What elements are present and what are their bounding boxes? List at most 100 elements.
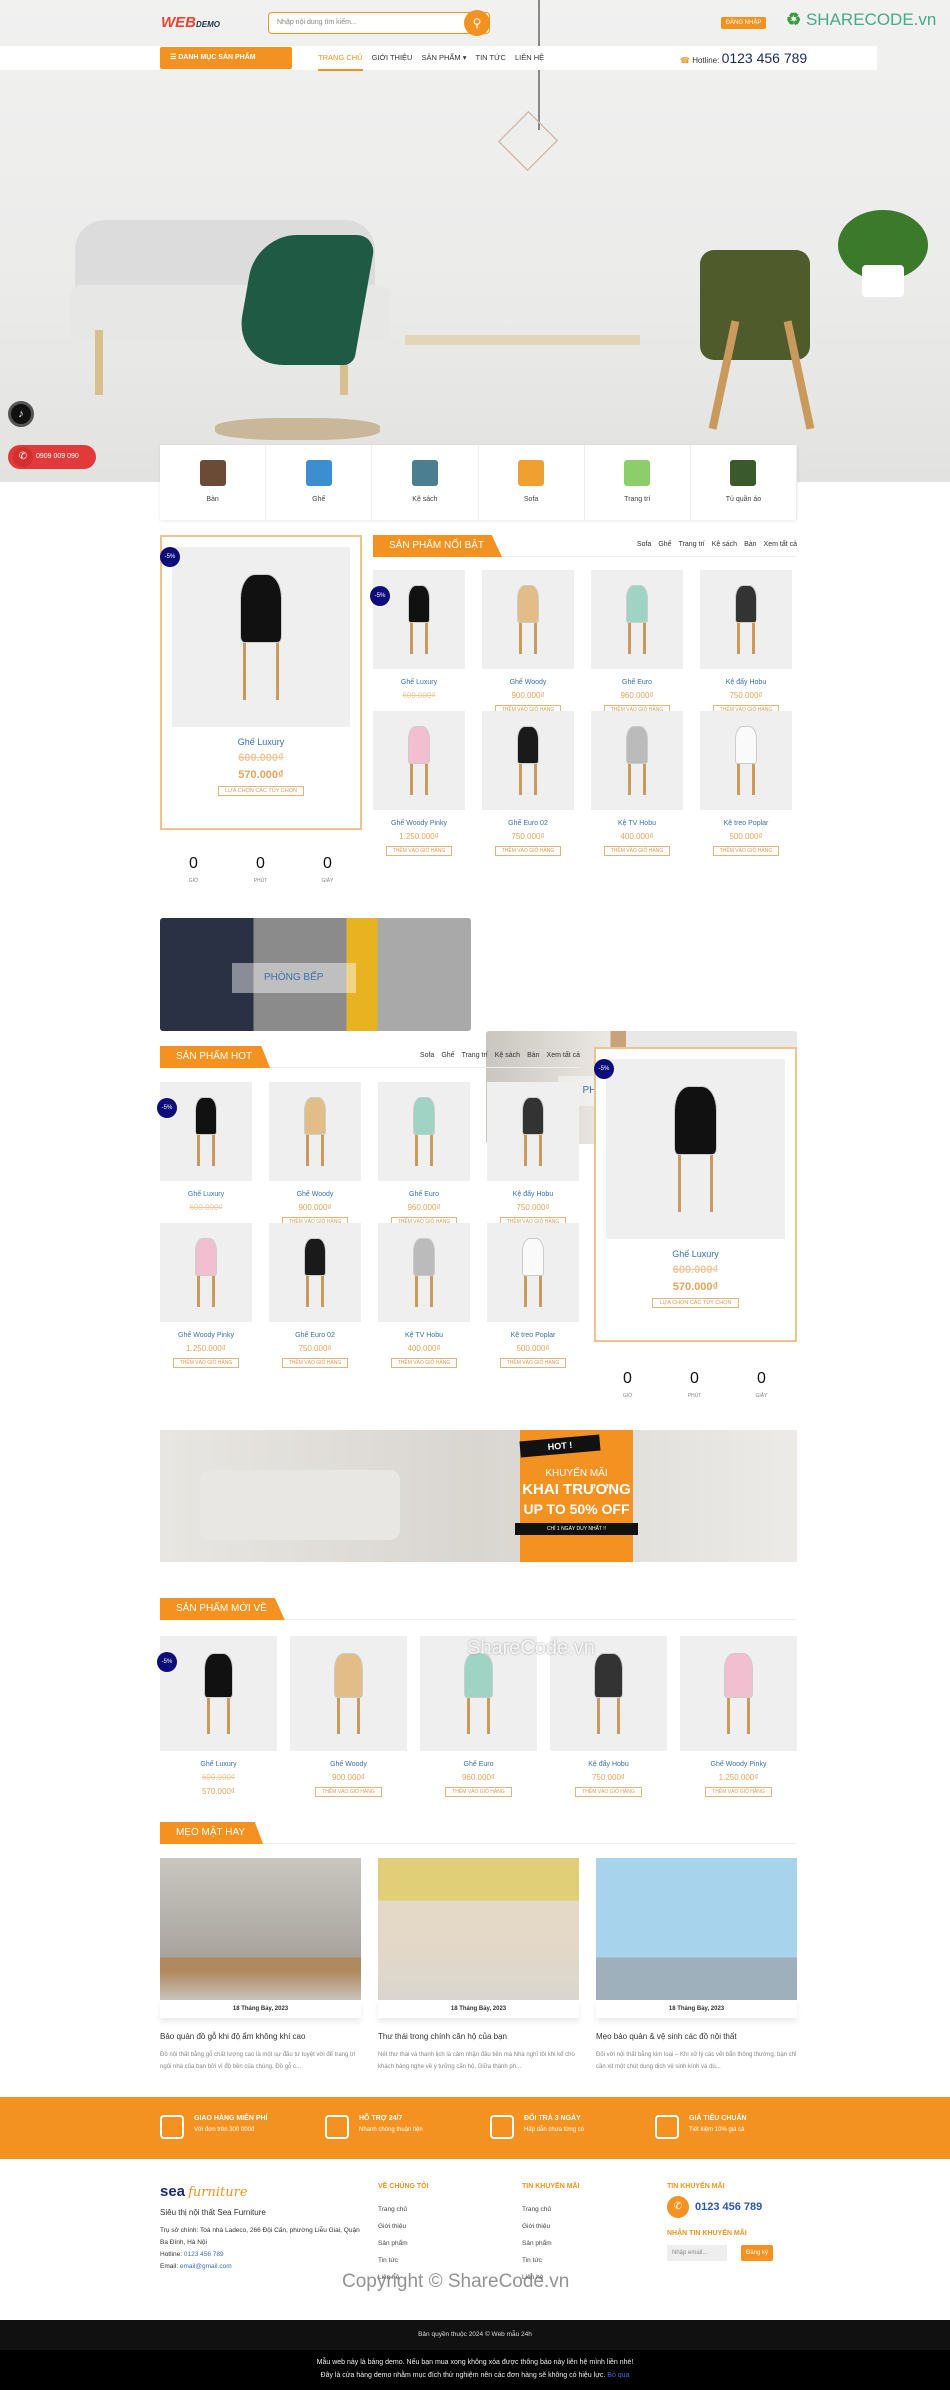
footer-link[interactable]: Giới thiệu xyxy=(378,2223,429,2230)
filter-link[interactable]: Xem tất cả xyxy=(547,1052,580,1059)
product-card[interactable]: Ghế Woody Pinky 1.250.000₫ THÊM VÀO GIỎ HÀ… xyxy=(680,1636,797,1797)
product-name[interactable]: Kệ TV Hobu xyxy=(378,1332,470,1339)
add-to-cart-button[interactable]: THÊM VÀO GIỎ HÀNG xyxy=(281,1358,349,1368)
filter-link[interactable]: Kệ sách xyxy=(712,541,737,548)
product-card[interactable]: -5% Ghế Luxury 600.000₫ xyxy=(370,570,465,700)
product-card[interactable]: Kệ treo Poplar 500.000₫ THÊM VÀO GIỎ HÀNG xyxy=(487,1223,579,1368)
product-image-box[interactable] xyxy=(700,570,792,669)
filter-link[interactable]: Trang trí xyxy=(679,541,705,548)
product-name[interactable]: Ghế Euro xyxy=(591,679,683,686)
product-card[interactable]: Kệ treo Poplar 500.000₫ THÊM VÀO GIỎ HÀNG xyxy=(700,711,792,856)
add-to-cart-button[interactable]: THÊM VÀO GIỎ HÀNG xyxy=(385,846,453,856)
product-name[interactable]: Ghế Euro 02 xyxy=(269,1332,361,1339)
blog-post[interactable]: 18 Tháng Bảy, 2023 Mẹo bảo quản & vệ sinh… xyxy=(596,1858,797,2073)
category-item[interactable]: Kệ sách xyxy=(372,445,479,520)
search-button[interactable]: ⚲ xyxy=(464,10,490,36)
footer-email[interactable]: email@gmail.com xyxy=(180,2263,232,2270)
nav-news[interactable]: TIN TỨC xyxy=(476,47,506,71)
footer-link[interactable]: Tin tức xyxy=(378,2257,429,2264)
product-name[interactable]: Ghế Euro xyxy=(420,1761,537,1768)
product-name[interactable]: Ghế Woody xyxy=(482,679,574,686)
post-title[interactable]: Mẹo bảo quản & vệ sinh các đồ nội thất xyxy=(596,2032,797,2041)
product-card[interactable]: Kệ TV Hobu 400.000₫ THÊM VÀO GIỎ HÀNG xyxy=(591,711,683,856)
product-image-box[interactable] xyxy=(373,711,465,810)
deal-card[interactable]: -5% Ghế Luxury 600.000₫ 570.000₫ LỰA CHỌN CÁ… xyxy=(160,535,362,830)
product-card[interactable]: Ghế Woody 900.000₫ THÊM VÀO GIỎ HÀNG xyxy=(290,1636,407,1797)
product-image-box[interactable]: -5% xyxy=(157,1082,252,1181)
product-image-box[interactable] xyxy=(160,1223,252,1322)
category-item[interactable]: Trang trí xyxy=(585,445,691,520)
product-card[interactable]: Kệ đẩy Hobu 750.000₫ THÊM VÀO GIỎ HÀNG xyxy=(550,1636,667,1797)
product-card[interactable]: Ghế Woody Pinky 1.250.000₫ THÊM VÀO GIỎ HÀ… xyxy=(373,711,465,856)
product-card[interactable]: Kệ đẩy Hobu 750.000₫ THÊM VÀO GIỎ HÀNG xyxy=(700,570,792,715)
nav-products[interactable]: SẢN PHẨM ▾ xyxy=(421,47,466,71)
hotline-number[interactable]: 0123 456 789 xyxy=(722,50,808,66)
category-item[interactable]: Bàn xyxy=(160,445,267,520)
call-button[interactable]: ✆ 0909 009 090 xyxy=(8,445,96,469)
footer-hotline[interactable]: 0123 456 789 xyxy=(184,2251,224,2258)
product-card[interactable]: Kệ TV Hobu 400.000₫ THÊM VÀO GIỎ HÀNG xyxy=(378,1223,470,1368)
product-name[interactable]: Ghế Luxury xyxy=(162,737,360,747)
search-input[interactable]: Nhập nội dung tìm kiếm... xyxy=(268,12,490,34)
footer-link[interactable]: Tin tức xyxy=(522,2257,580,2264)
product-card[interactable]: Ghế Euro 960.000₫ THÊM VÀO GIỎ HÀNG xyxy=(420,1636,537,1797)
filter-link[interactable]: Ghế xyxy=(658,541,671,548)
product-image-box[interactable] xyxy=(378,1223,470,1322)
kitchen-banner[interactable]: PHÒNG BẾP xyxy=(160,918,471,1031)
product-image-box[interactable] xyxy=(269,1082,361,1181)
nav-home[interactable]: TRANG CHỦ xyxy=(318,47,363,71)
product-image-box[interactable] xyxy=(700,711,792,810)
product-name[interactable]: Kệ đẩy Hobu xyxy=(550,1761,667,1768)
product-name[interactable]: Ghế Woody xyxy=(290,1761,407,1768)
blog-post[interactable]: 18 Tháng Bảy, 2023 Thư thái trong chính c… xyxy=(378,1858,579,2073)
product-card[interactable]: Ghế Euro 02 750.000₫ THÊM VÀO GIỎ HÀNG xyxy=(269,1223,361,1368)
add-to-cart-button[interactable]: THÊM VÀO GIỎ HÀNG xyxy=(315,1787,382,1797)
post-title[interactable]: Bảo quản đồ gỗ khi độ ẩm không khí cao xyxy=(160,2032,361,2041)
dismiss-link[interactable]: Bỏ qua xyxy=(607,2372,629,2379)
footer-link[interactable]: Trang chủ xyxy=(522,2206,580,2213)
post-title[interactable]: Thư thái trong chính căn hộ của bạn xyxy=(378,2032,579,2041)
product-image-box[interactable]: -5% xyxy=(370,570,465,669)
product-name[interactable]: Ghế Woody xyxy=(269,1191,361,1198)
product-card[interactable]: Ghế Woody Pinky 1.250.000₫ THÊM VÀO GIỎ HÀ… xyxy=(160,1223,252,1368)
product-name[interactable]: Kệ đẩy Hobu xyxy=(700,679,792,686)
select-options-button[interactable]: LỰA CHỌN CÁC TÙY CHỌN xyxy=(652,1298,739,1308)
product-name[interactable]: Ghế Euro 02 xyxy=(482,820,574,827)
category-menu-button[interactable]: ☰ DANH MỤC SẢN PHẨM xyxy=(160,47,292,69)
footer-link[interactable]: Giới thiệu xyxy=(522,2223,580,2230)
post-image[interactable] xyxy=(596,1858,797,2000)
add-to-cart-button[interactable]: THÊM VÀO GIỎ HÀNG xyxy=(499,1358,567,1368)
product-image-box[interactable] xyxy=(269,1223,361,1322)
add-to-cart-button[interactable]: THÊM VÀO GIỎ HÀNG xyxy=(172,1358,240,1368)
product-image-box[interactable] xyxy=(290,1636,407,1751)
product-name[interactable]: Ghế Luxury xyxy=(596,1249,795,1259)
category-item[interactable]: Ghế xyxy=(266,445,373,520)
product-name[interactable]: Kệ TV Hobu xyxy=(591,820,683,827)
footer-phone[interactable]: 0123 456 789 xyxy=(695,2201,762,2213)
product-card[interactable]: Ghế Woody 900.000₫ THÊM VÀO GIỎ HÀNG xyxy=(269,1082,361,1227)
product-name[interactable]: Kệ đẩy Hobu xyxy=(487,1191,579,1198)
product-name[interactable]: Ghế Luxury xyxy=(160,1761,277,1768)
nav-about[interactable]: GIỚI THIỆU xyxy=(372,47,413,71)
product-name[interactable]: Ghế Luxury xyxy=(160,1191,252,1198)
product-card[interactable]: Ghế Euro 02 750.000₫ THÊM VÀO GIỎ HÀNG xyxy=(482,711,574,856)
post-image[interactable] xyxy=(160,1858,361,2000)
product-name[interactable]: Kệ treo Poplar xyxy=(700,820,792,827)
product-name[interactable]: Kệ treo Poplar xyxy=(487,1332,579,1339)
product-card[interactable]: Kệ đẩy Hobu 750.000₫ THÊM VÀO GIỎ HÀNG xyxy=(487,1082,579,1227)
deal-card[interactable]: -5% Ghế Luxury 600.000₫ 570.000₫ LỰA CHỌN CÁ… xyxy=(594,1047,797,1342)
select-options-button[interactable]: LỰA CHỌN CÁC TÙY CHỌN xyxy=(217,786,305,796)
product-image-box[interactable]: -5% xyxy=(157,1636,277,1751)
product-image-box[interactable] xyxy=(680,1636,797,1751)
product-card[interactable]: Ghế Woody 900.000₫ THÊM VÀO GIỎ HÀNG xyxy=(482,570,574,715)
category-item[interactable]: Tủ quần áo xyxy=(691,445,798,520)
product-card[interactable]: Ghế Euro 960.000₫ THÊM VÀO GIỎ HÀNG xyxy=(378,1082,470,1227)
subscribe-button[interactable]: Đăng ký xyxy=(741,2245,774,2261)
add-to-cart-button[interactable]: THÊM VÀO GIỎ HÀNG xyxy=(494,846,562,856)
product-image-box[interactable]: -5% xyxy=(160,547,350,727)
login-button[interactable]: ĐĂNG NHẬP xyxy=(721,17,766,29)
product-name[interactable]: Ghế Euro xyxy=(378,1191,470,1198)
site-logo[interactable]: WEBDEMO xyxy=(161,14,220,31)
product-name[interactable]: Ghế Woody Pinky xyxy=(160,1332,252,1339)
product-image-box[interactable] xyxy=(591,711,683,810)
